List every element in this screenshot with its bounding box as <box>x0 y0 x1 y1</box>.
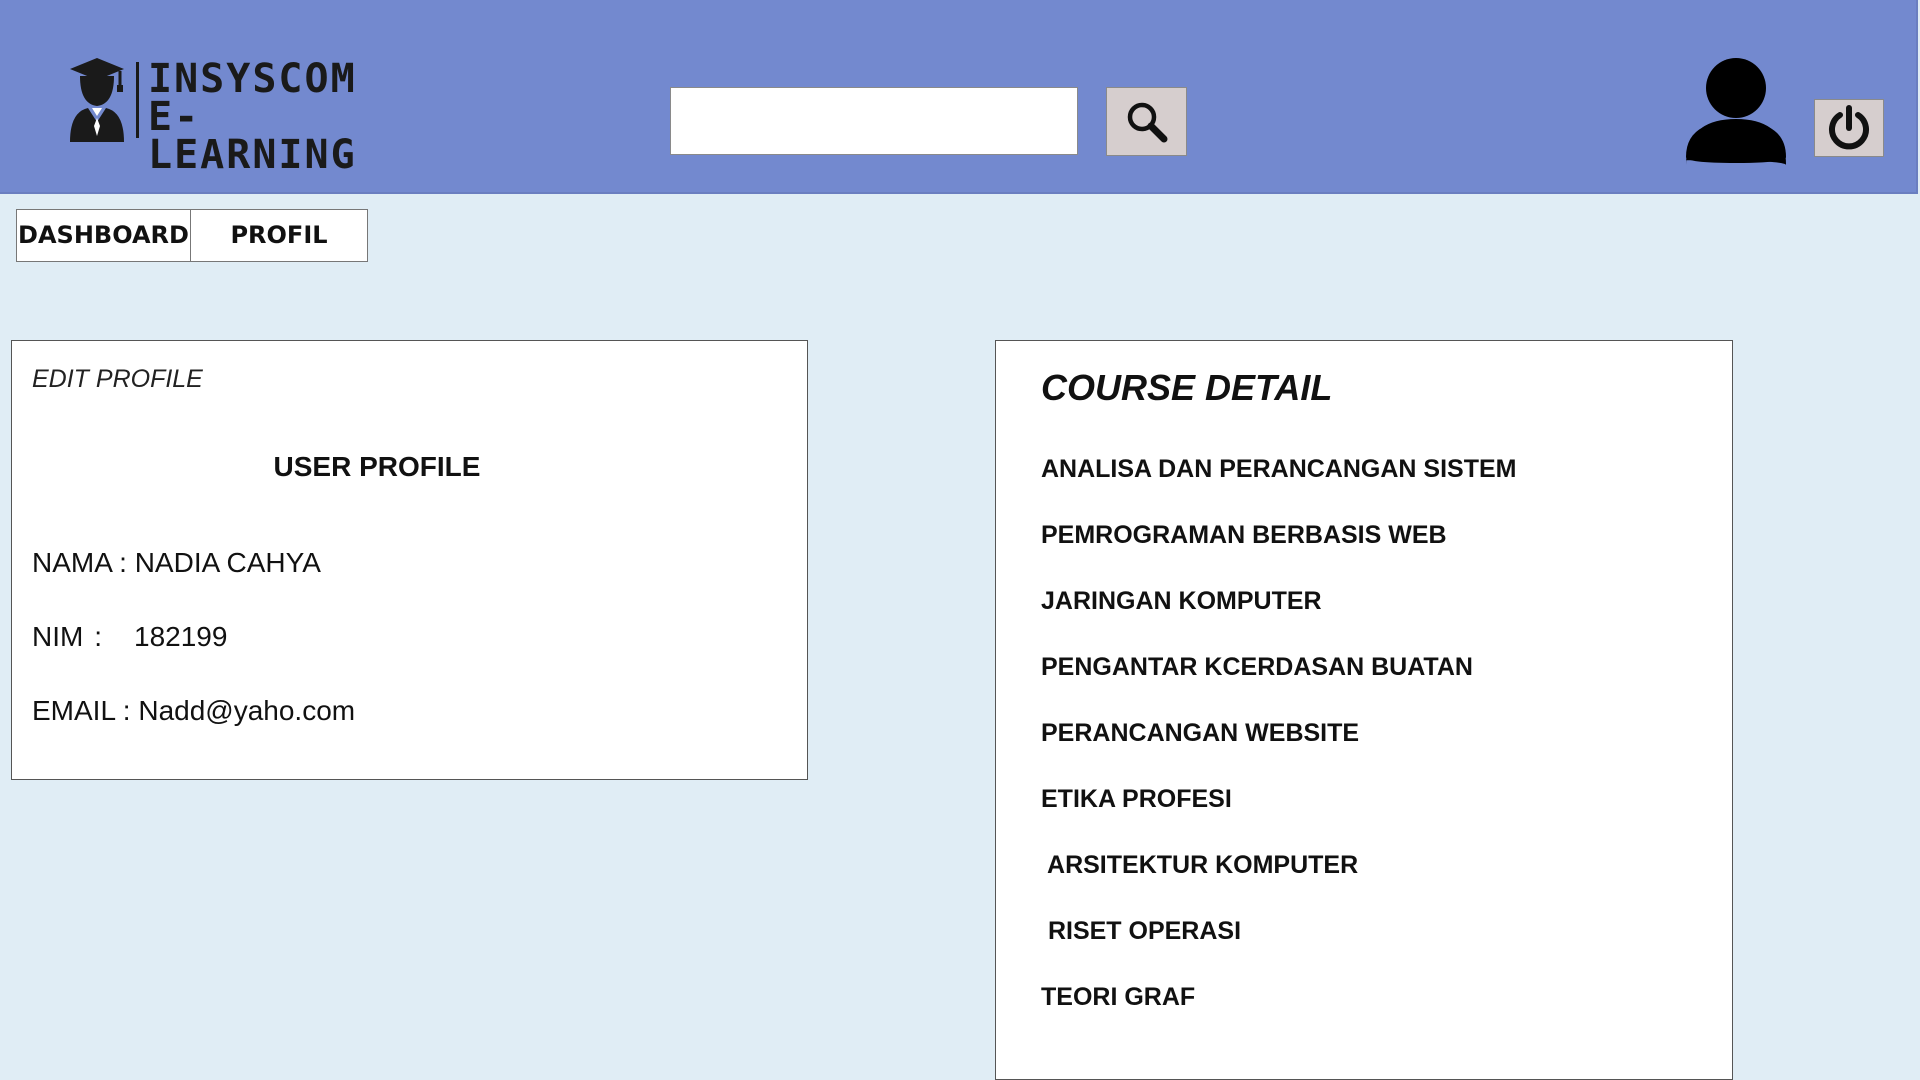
power-button[interactable] <box>1814 99 1884 157</box>
nav-profil[interactable]: PROFIL <box>191 210 367 261</box>
profile-nama: NAMA : NADIA CAHYA <box>32 547 321 579</box>
course-item[interactable]: PERANCANGAN WEBSITE <box>1041 719 1516 785</box>
course-item[interactable]: ANALISA DAN PERANCANGAN SISTEM <box>1041 455 1516 521</box>
nama-separator: : <box>111 547 135 578</box>
course-item[interactable]: TEORI GRAF <box>1041 983 1516 1049</box>
nim-value: 182199 <box>134 621 228 652</box>
search-icon <box>1127 102 1167 142</box>
main-nav: DASHBOARD PROFIL <box>16 209 368 262</box>
nim-label: NIM: <box>32 621 116 653</box>
profile-nim: NIM: 182199 <box>32 621 227 653</box>
course-item[interactable]: ARSITEKTUR KOMPUTER <box>1041 851 1516 917</box>
logo-divider <box>136 62 139 138</box>
profile-title: USER PROFILE <box>273 451 481 482</box>
nim-label-text: NIM <box>32 621 84 652</box>
course-list: ANALISA DAN PERANCANGAN SISTEM PEMROGRAM… <box>1041 455 1516 1049</box>
profile-panel: EDIT PROFILE USER PROFILE NAMA : NADIA C… <box>11 340 808 780</box>
brand-line-2: E-LEARNING <box>148 94 357 178</box>
course-panel: COURSE DETAIL ANALISA DAN PERANCANGAN SI… <box>995 340 1733 1080</box>
profile-email: EMAIL : Nadd@yaho.com <box>32 695 355 727</box>
power-icon <box>1829 105 1869 150</box>
course-item[interactable]: RISET OPERASI <box>1041 917 1516 983</box>
top-bar: INSYSCOM E-LEARNING <box>0 0 1918 194</box>
course-item[interactable]: PEMROGRAMAN BERBASIS WEB <box>1041 521 1516 587</box>
brand-name: INSYSCOM E-LEARNING <box>148 56 366 178</box>
course-title: COURSE DETAIL <box>1041 367 1333 408</box>
user-icon[interactable] <box>1684 57 1788 165</box>
course-item[interactable]: PENGANTAR KCERDASAN BUATAN <box>1041 653 1516 719</box>
nav-dashboard[interactable]: DASHBOARD <box>17 210 191 261</box>
search-input[interactable] <box>670 87 1078 155</box>
email-separator: : <box>115 695 139 726</box>
course-item[interactable]: ETIKA PROFESI <box>1041 785 1516 851</box>
course-item[interactable]: JARINGAN KOMPUTER <box>1041 587 1516 653</box>
nama-label: NAMA <box>32 547 112 578</box>
brand-line-1: INSYSCOM <box>148 56 357 102</box>
search-button[interactable] <box>1106 87 1187 156</box>
nim-separator: : <box>94 621 102 652</box>
email-value: Nadd@yaho.com <box>138 695 356 726</box>
graduate-icon <box>70 58 124 142</box>
edit-profile-link[interactable]: EDIT PROFILE <box>32 365 203 394</box>
brand-logo[interactable]: INSYSCOM E-LEARNING <box>66 56 366 175</box>
email-label: EMAIL <box>32 695 115 726</box>
nama-value: NADIA CAHYA <box>134 547 321 578</box>
